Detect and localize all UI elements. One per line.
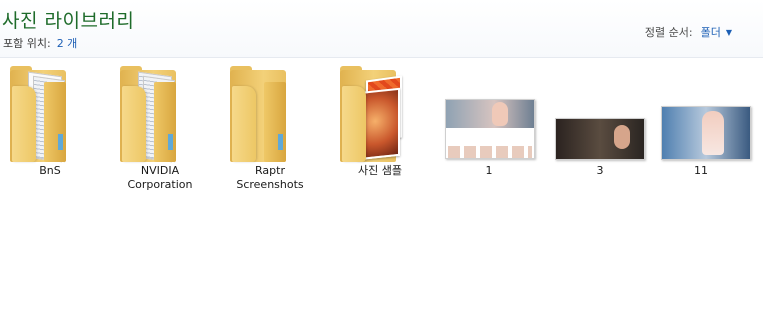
sort-control: 정렬 순서: 폴더 ▼ [645,24,732,40]
includes-label: 포함 위치: [3,37,51,50]
image-item-3[interactable]: 3 [550,64,650,178]
image-label: 11 [694,164,708,177]
includes-link[interactable]: 2 개 [57,37,78,50]
folder-item-sample-pictures[interactable]: 사진 샘플 [330,64,430,178]
library-header: 사진 라이브러리 포함 위치: 2 개 정렬 순서: 폴더 ▼ [0,0,763,58]
image-label: 3 [596,164,604,177]
sort-label: 정렬 순서: [644,26,693,39]
folder-icon [220,64,320,164]
folder-icon [0,64,100,164]
sort-value-dropdown[interactable]: 폴더 [701,26,721,39]
sort-chevron-down-icon[interactable]: ▼ [726,28,732,37]
folder-label: BnS [39,164,61,177]
library-title: 사진 라이브러리 [2,10,135,32]
folder-icon [110,64,210,164]
image-item-1[interactable]: 1 [439,64,539,178]
image-thumbnail [439,64,539,164]
folder-item-bns[interactable]: BnS [0,64,100,178]
photo-folder-icon [330,64,430,164]
folder-item-raptr[interactable]: Raptr Screenshots [220,64,320,192]
image-label: 1 [485,164,493,177]
folder-item-nvidia[interactable]: NVIDIA Corporation [110,64,210,192]
folder-label: NVIDIA Corporation [127,164,193,191]
includes-locations: 포함 위치: 2 개 [3,35,77,51]
folder-label: Raptr Screenshots [236,164,304,191]
image-thumbnail [651,64,751,164]
image-item-11[interactable]: 11 [651,64,751,178]
folder-label: 사진 샘플 [358,164,402,177]
header-divider [0,57,763,58]
image-thumbnail [550,64,650,164]
